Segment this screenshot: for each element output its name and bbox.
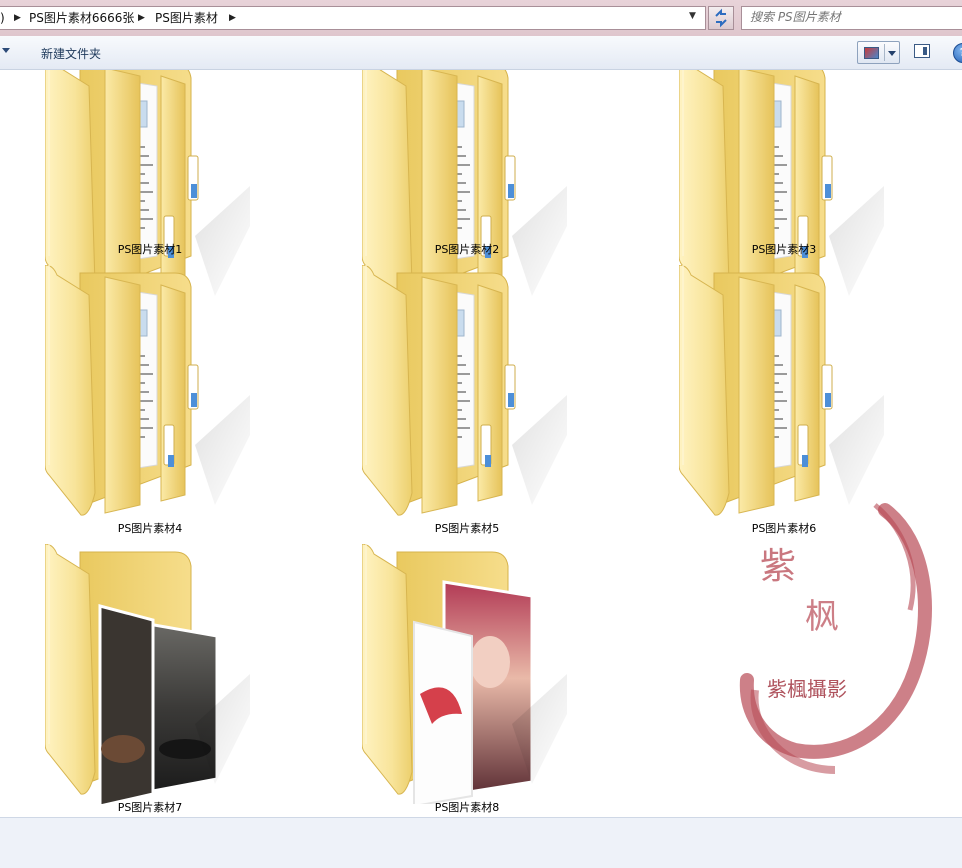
command-toolbar: 新建文件夹 ?	[0, 36, 962, 70]
folder-item[interactable]: PS图片素材4	[45, 265, 305, 535]
breadcrumb-current[interactable]: PS图片素材	[155, 10, 218, 26]
search-input[interactable]	[750, 10, 950, 24]
folder-icon	[679, 265, 884, 516]
watermark-text: 紫楓攝影	[767, 677, 847, 701]
breadcrumb-collection[interactable]: PS图片素材6666张	[29, 10, 134, 26]
view-mode-button[interactable]	[857, 41, 900, 64]
watermark-seal: 紫 枫 紫楓攝影	[735, 500, 935, 790]
organize-dropdown-icon[interactable]	[2, 48, 10, 53]
address-bar-row: ) ▶ PS图片素材6666张 ▶ PS图片素材 ▶ ▼	[0, 0, 962, 36]
folder-icon	[362, 265, 567, 516]
view-mode-icon	[864, 47, 879, 59]
folder-icon	[362, 544, 567, 804]
view-dropdown-icon[interactable]	[888, 51, 896, 56]
address-bar[interactable]: ) ▶ PS图片素材6666张 ▶ PS图片素材 ▶ ▼	[0, 6, 706, 30]
folder-name[interactable]: PS图片素材1	[20, 241, 280, 257]
help-icon[interactable]: ?	[953, 43, 962, 63]
folder-name[interactable]: PS图片素材5	[337, 520, 597, 536]
folder-item[interactable]: PS图片素材8	[362, 544, 622, 814]
folder-item[interactable]: PS图片素材6	[679, 265, 939, 535]
watermark-seal-glyph: 紫	[760, 546, 796, 587]
breadcrumb-arrow-icon[interactable]: ▶	[229, 10, 236, 26]
folder-icon	[45, 544, 250, 804]
watermark-seal-glyph: 枫	[805, 597, 839, 637]
folder-name[interactable]: PS图片素材2	[337, 241, 597, 257]
new-folder-button[interactable]: 新建文件夹	[41, 45, 101, 62]
breadcrumb-arrow-icon[interactable]: ▶	[14, 10, 21, 26]
preview-pane-icon[interactable]	[914, 44, 930, 58]
status-bar	[0, 817, 962, 868]
divider	[884, 44, 885, 61]
folder-item[interactable]: PS图片素材5	[362, 265, 622, 535]
address-history-dropdown-icon[interactable]: ▼	[689, 11, 696, 21]
folder-icon	[45, 265, 250, 516]
folder-name[interactable]: PS图片素材7	[20, 799, 280, 815]
folder-name[interactable]: PS图片素材4	[20, 520, 280, 536]
refresh-button[interactable]	[708, 6, 734, 30]
search-box[interactable]	[741, 6, 962, 30]
folder-name[interactable]: PS图片素材8	[337, 799, 597, 815]
file-list-view: PS图片素材1 PS图片素材2 PS图片素材3 PS图片素材4 PS图片素材5 PS图片素…	[0, 70, 962, 817]
refresh-icon	[715, 8, 727, 28]
folder-name[interactable]: PS图片素材3	[654, 241, 914, 257]
breadcrumb-arrow-icon[interactable]: ▶	[138, 10, 145, 26]
breadcrumb-root[interactable]: )	[0, 10, 5, 26]
folder-item[interactable]: PS图片素材7	[45, 544, 305, 814]
